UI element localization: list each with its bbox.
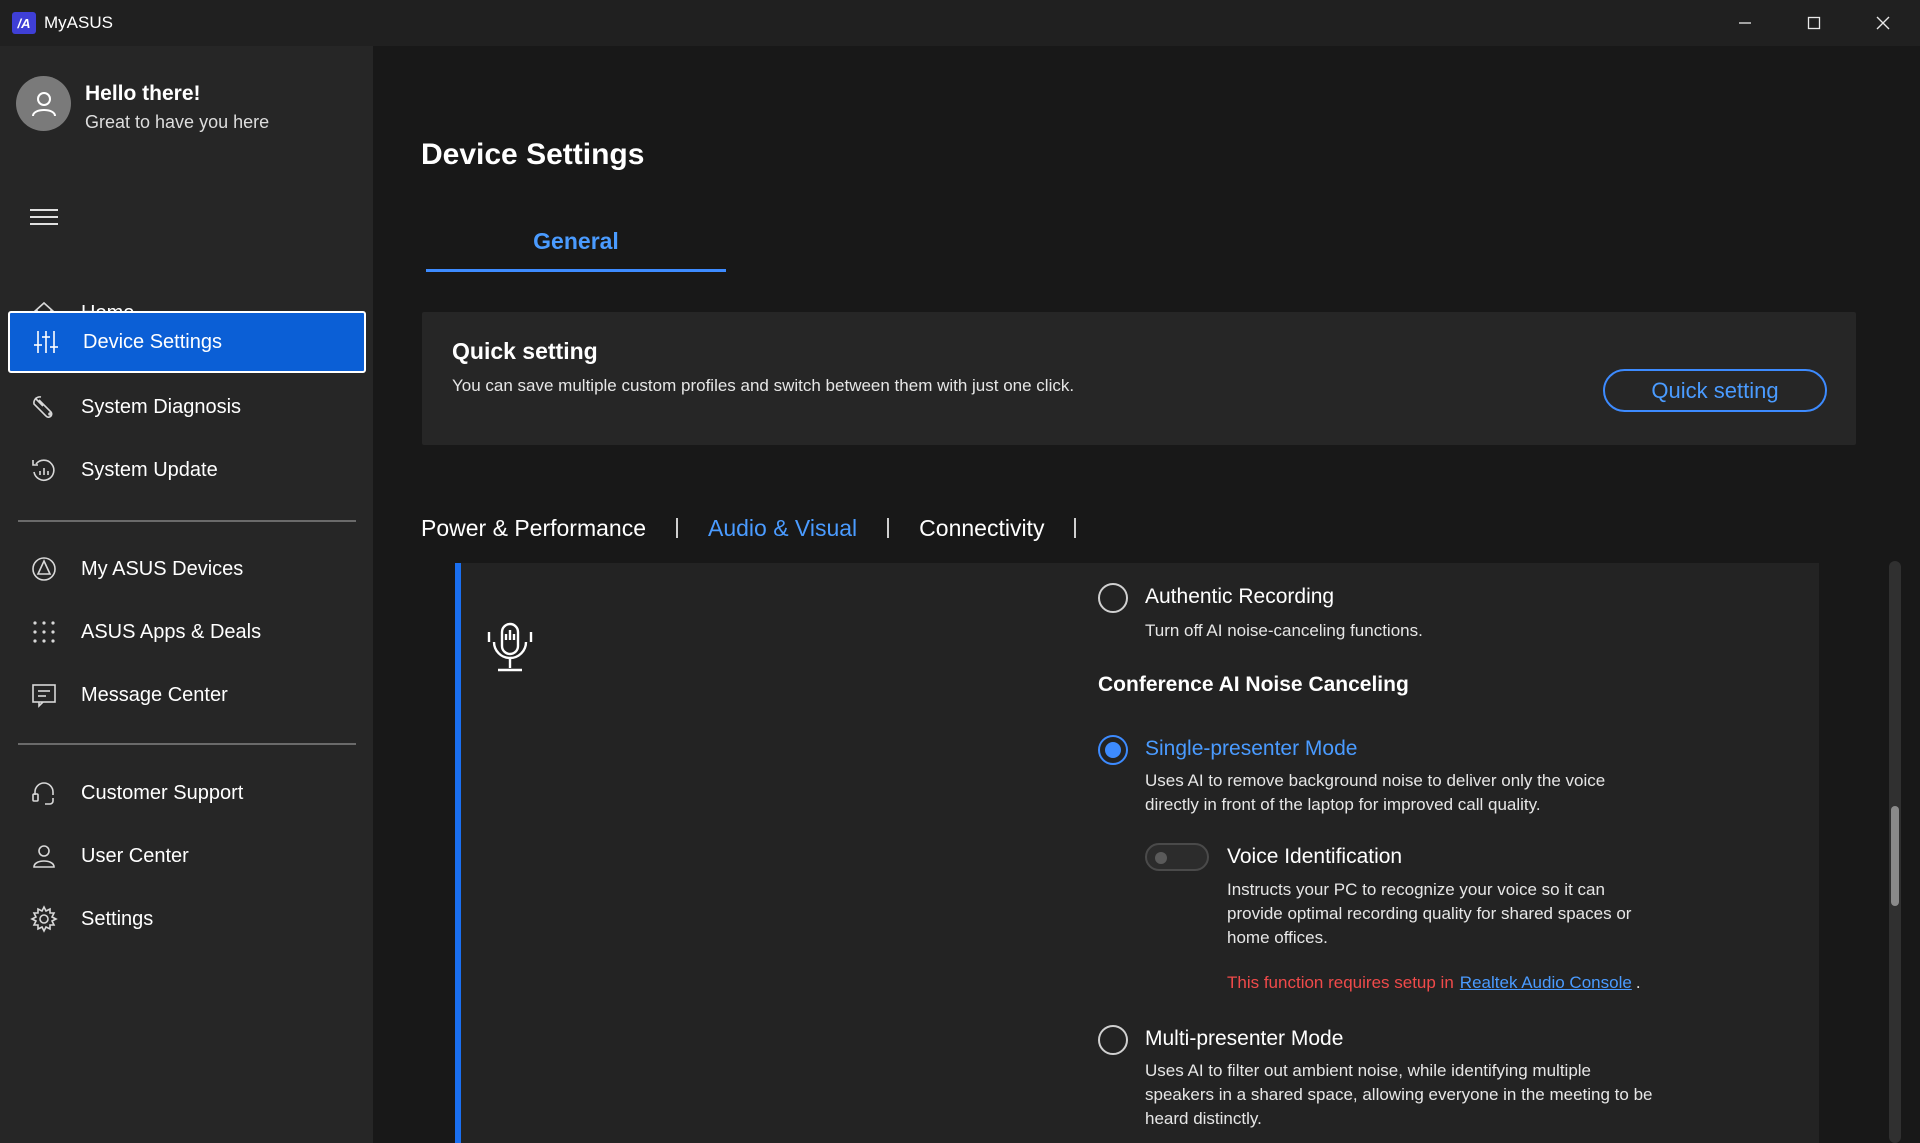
subtab-bar: Power & Performance Audio & Visual Conne…	[421, 508, 1106, 548]
greeting-subtitle: Great to have you here	[85, 112, 270, 132]
multi-presenter-label[interactable]: Multi-presenter Mode	[1145, 1027, 1343, 1051]
multi-presenter-radio[interactable]	[1098, 1025, 1128, 1055]
close-button[interactable]	[1848, 0, 1918, 46]
main-content: Device Settings General Quick setting Yo…	[373, 46, 1920, 1143]
maximize-button[interactable]	[1779, 0, 1849, 46]
quick-setting-button[interactable]: Quick setting	[1603, 369, 1827, 412]
tab-general[interactable]: General	[426, 228, 726, 274]
voice-identification-toggle[interactable]	[1145, 843, 1209, 871]
subtab-divider	[1074, 518, 1077, 538]
sidebar-item-label: Settings	[81, 907, 154, 930]
sidebar-item-label: ASUS Apps & Deals	[81, 620, 262, 643]
sidebar-item-device-settings[interactable]: Device Settings	[8, 311, 366, 373]
sidebar-item-customer-support[interactable]: Customer Support	[8, 762, 366, 824]
subtab-audio-visual[interactable]: Audio & Visual	[708, 515, 857, 542]
sidebar-item-system-update[interactable]: System Update	[8, 439, 366, 501]
gear-icon	[29, 904, 59, 934]
sidebar-item-label: User Center	[81, 844, 189, 867]
authentic-recording-radio[interactable]	[1098, 583, 1128, 613]
subtab-connectivity[interactable]: Connectivity	[919, 515, 1044, 542]
single-presenter-radio[interactable]	[1098, 735, 1128, 765]
sidebar-item-message-center[interactable]: Message Center	[8, 664, 366, 726]
realtek-setup-warning: This function requires setup in Realtek A…	[1227, 973, 1641, 993]
sidebar: Hello there! Great to have you here Home…	[0, 46, 373, 1143]
panel-accent-bar	[455, 563, 461, 1143]
sidebar-item-label: System Update	[81, 458, 218, 481]
page-title: Device Settings	[421, 138, 645, 171]
microphone-icon	[480, 618, 540, 683]
multi-presenter-description: Uses AI to filter out ambient noise, whi…	[1145, 1061, 1653, 1128]
maximize-icon	[1807, 16, 1821, 30]
sidebar-item-settings[interactable]: Settings	[8, 888, 366, 950]
subtab-divider	[675, 518, 678, 538]
greeting: Hello there!	[85, 82, 201, 105]
audio-settings-panel: Authentic Recording Turn off AI noise-ca…	[455, 563, 1819, 1143]
headset-icon	[29, 778, 59, 808]
sidebar-item-label: Message Center	[81, 683, 228, 706]
subtab-power-performance[interactable]: Power & Performance	[421, 515, 646, 542]
single-presenter-description: Uses AI to remove background noise to de…	[1145, 771, 1606, 814]
user-icon	[29, 841, 59, 871]
avatar[interactable]	[16, 76, 71, 131]
sidebar-item-label: Device Settings	[83, 330, 222, 353]
authentic-recording-description: Turn off AI noise-canceling functions.	[1145, 621, 1423, 640]
warning-text: This function requires setup in	[1227, 973, 1454, 992]
single-presenter-label[interactable]: Single-presenter Mode	[1145, 737, 1357, 761]
quick-setting-card: Quick setting You can save multiple cust…	[422, 312, 1856, 445]
myasus-logo-icon: /A	[12, 12, 36, 34]
quick-setting-description: You can save multiple custom profiles an…	[452, 376, 1075, 395]
sidebar-item-system-diagnosis[interactable]: System Diagnosis	[8, 376, 366, 438]
sidebar-divider	[18, 520, 356, 522]
scrollbar-thumb[interactable]	[1891, 806, 1899, 906]
message-icon	[29, 680, 59, 710]
sliders-icon	[31, 327, 61, 357]
sidebar-item-label: System Diagnosis	[81, 395, 242, 418]
voice-identification-description: Instructs your PC to recognize your voic…	[1227, 880, 1632, 947]
title-bar: /A MyASUS	[0, 0, 1920, 46]
conference-noise-canceling-heading: Conference AI Noise Canceling	[1098, 673, 1409, 696]
apps-grid-icon	[29, 617, 59, 647]
sidebar-divider	[18, 743, 356, 745]
minimize-icon	[1739, 22, 1751, 24]
hamburger-menu-icon[interactable]	[30, 206, 58, 228]
voice-identification-label: Voice Identification	[1227, 845, 1403, 868]
tab-underline	[426, 269, 726, 272]
quick-setting-title: Quick setting	[452, 338, 598, 364]
realtek-audio-console-link[interactable]: Realtek Audio Console	[1460, 973, 1632, 992]
person-icon	[31, 91, 56, 116]
sidebar-item-user-center[interactable]: User Center	[8, 825, 366, 887]
app-title: MyASUS	[44, 13, 113, 32]
sidebar-item-label: My ASUS Devices	[81, 557, 244, 580]
minimize-button[interactable]	[1710, 0, 1780, 46]
warning-period: .	[1635, 973, 1641, 992]
sidebar-item-asus-apps-deals[interactable]: ASUS Apps & Deals	[8, 601, 366, 663]
sidebar-item-label: Customer Support	[81, 781, 244, 804]
sidebar-item-my-asus-devices[interactable]: My ASUS Devices	[8, 538, 366, 600]
update-icon	[29, 455, 59, 485]
devices-icon	[29, 554, 59, 584]
subtab-divider	[887, 518, 890, 538]
authentic-recording-label[interactable]: Authentic Recording	[1145, 585, 1334, 609]
close-icon	[1876, 16, 1890, 30]
wrench-icon	[29, 392, 59, 422]
